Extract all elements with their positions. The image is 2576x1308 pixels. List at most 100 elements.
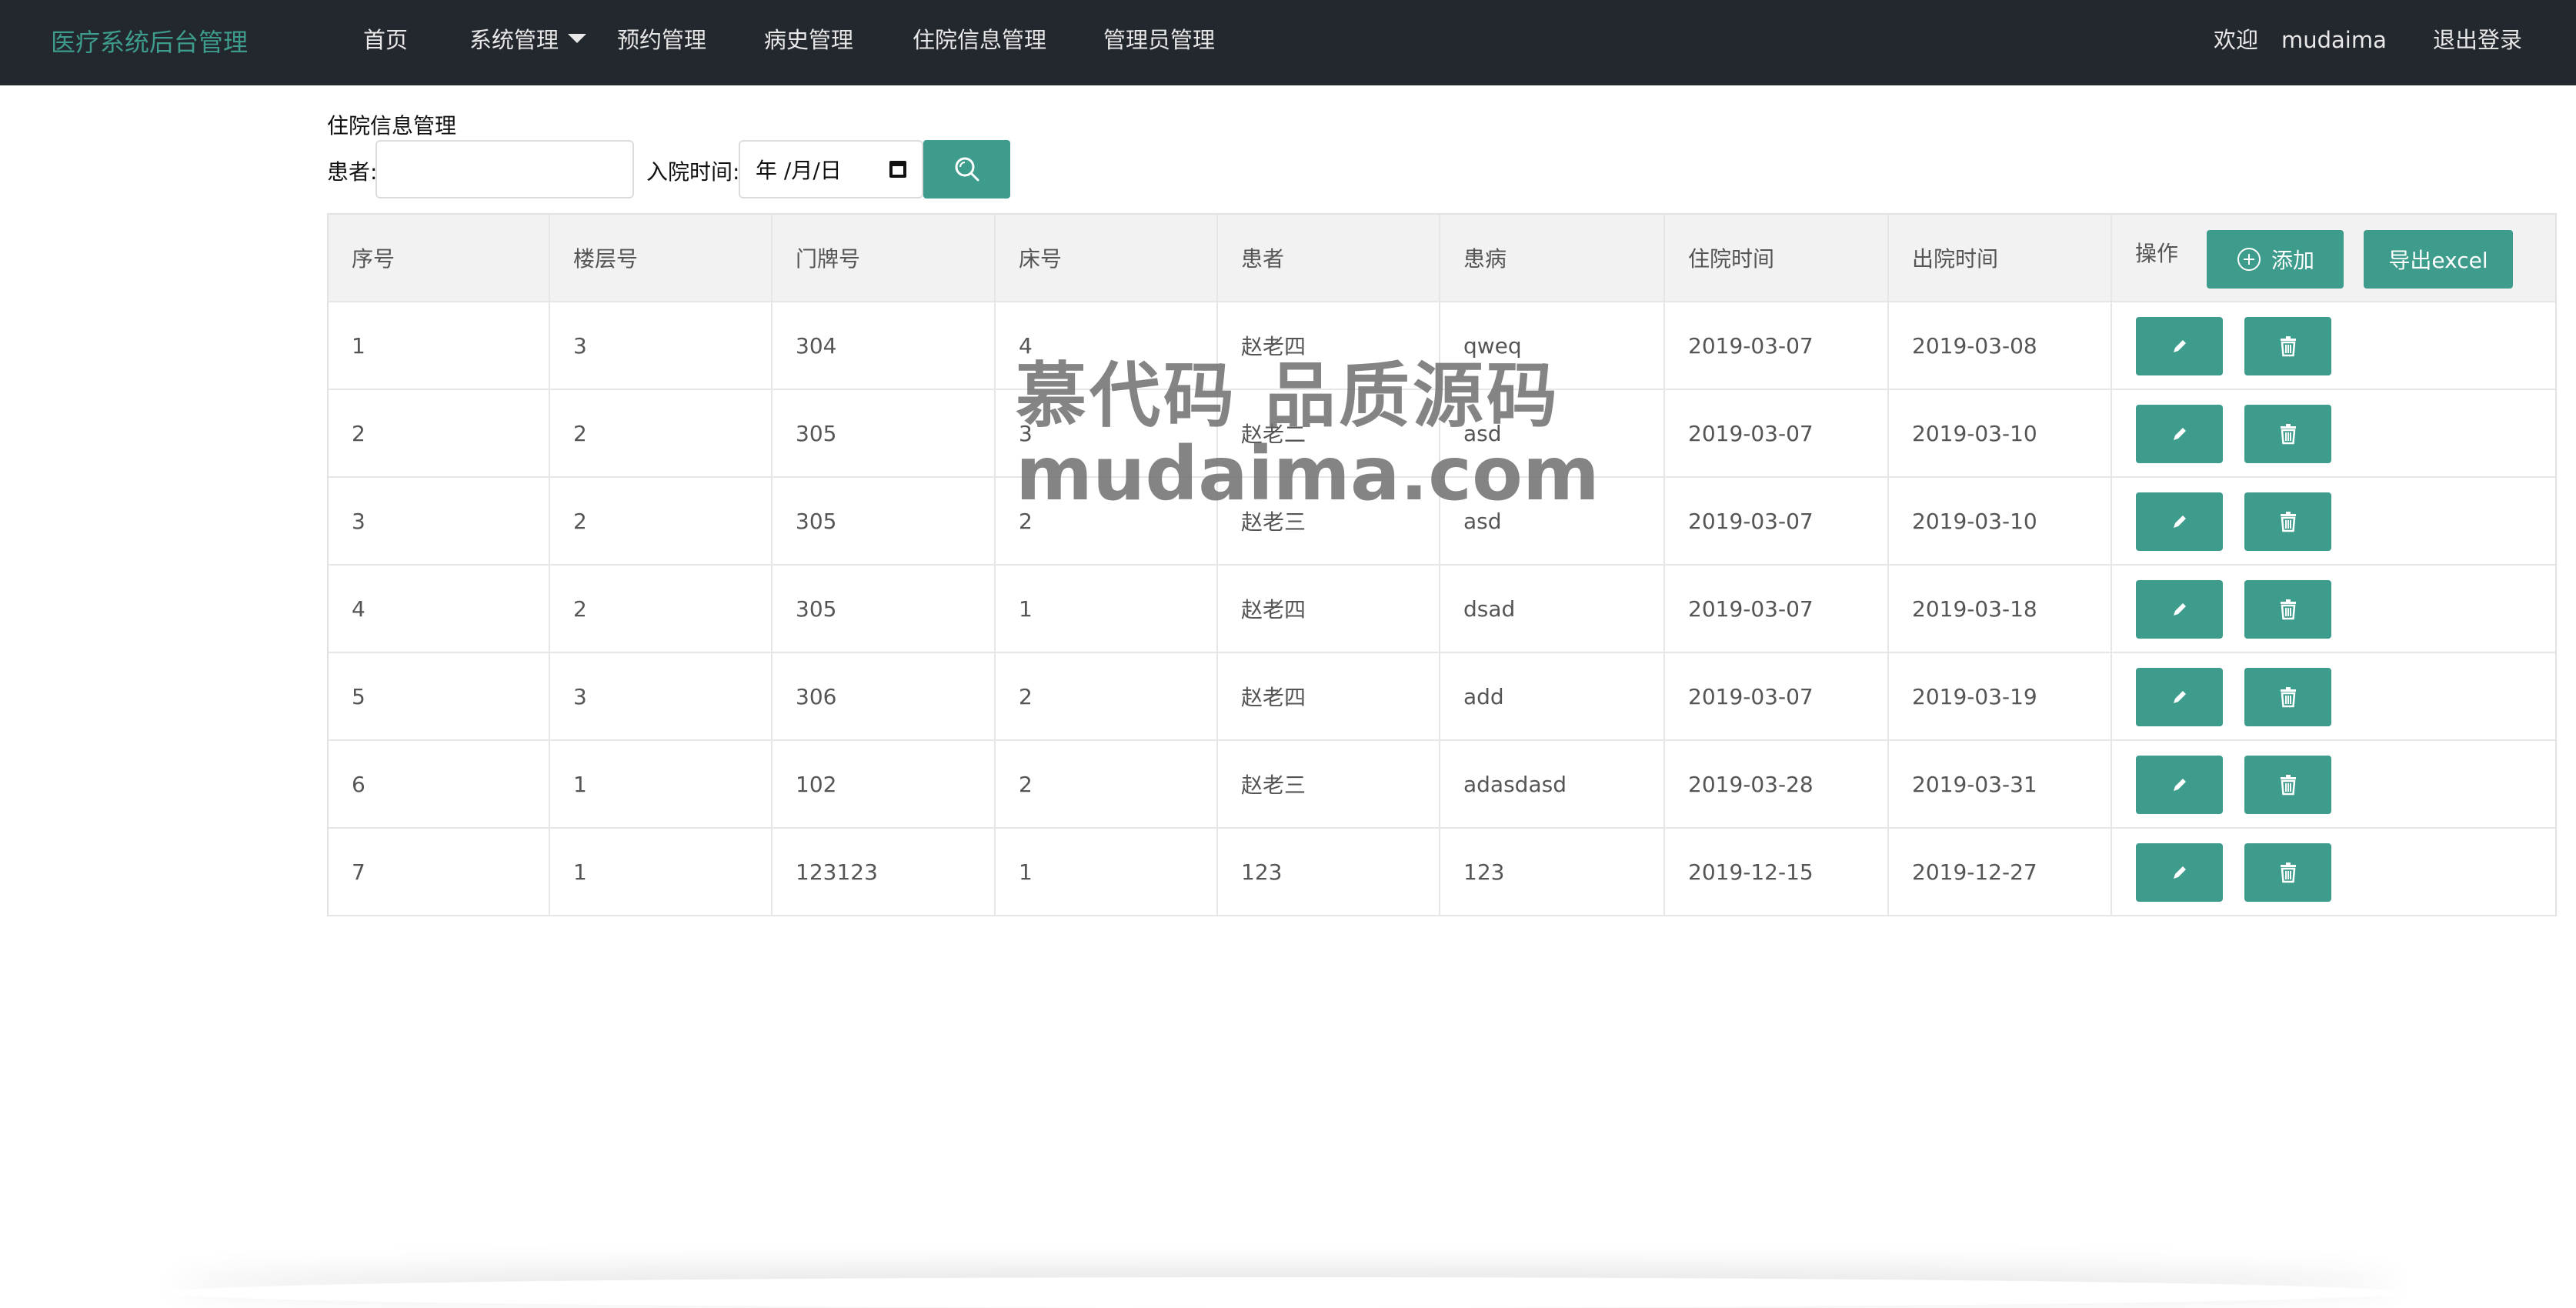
table-row: 4 2 305 1 赵老四 dsad 2019-03-07 2019-03-18 [329,566,2555,653]
caret-down-icon [568,34,587,43]
header-index: 序号 [329,215,550,301]
cell-patient: 赵老四 [1218,302,1440,389]
pencil-icon [2173,603,2186,616]
trash-icon [2280,512,2296,532]
cell-disease: adasdasd [1440,741,1665,827]
table-row: 2 2 305 3 赵老二 asd 2019-03-07 2019-03-10 [329,390,2555,478]
pencil-icon [2173,779,2186,791]
nav-item-history[interactable]: 病史管理 [764,0,853,85]
edit-button[interactable] [2136,756,2223,814]
search-icon [955,157,979,182]
cell-disease: dsad [1440,566,1665,652]
edit-button[interactable] [2136,317,2223,375]
table-header-row: 序号 楼层号 门牌号 床号 患者 患病 住院时间 出院时间 操作 添加 导出ex… [329,215,2555,302]
export-excel-button[interactable]: 导出excel [2364,230,2513,289]
delete-button[interactable] [2244,492,2331,551]
cell-floor: 3 [550,302,772,389]
edit-button[interactable] [2136,843,2223,902]
cell-bed: 2 [996,741,1218,827]
table-row: 3 2 305 2 赵老三 asd 2019-03-07 2019-03-10 [329,478,2555,566]
cell-discharge-date: 2019-12-27 [1889,829,2112,915]
header-admission-date: 住院时间 [1665,215,1889,301]
edit-button[interactable] [2136,580,2223,639]
cell-admission-date: 2019-03-07 [1665,653,1889,739]
cell-discharge-date: 2019-03-18 [1889,566,2112,652]
pencil-icon [2173,691,2186,703]
username[interactable]: mudaima [2281,0,2387,85]
cell-disease: asd [1440,478,1665,564]
cell-discharge-date: 2019-03-10 [1889,478,2112,564]
cell-bed: 2 [996,653,1218,739]
cell-index: 4 [329,566,550,652]
cell-disease: qweq [1440,302,1665,389]
nav-item-system[interactable]: 系统管理 [469,0,587,85]
cell-floor: 2 [550,478,772,564]
header-bed: 床号 [996,215,1218,301]
pencil-icon [2173,428,2186,440]
cell-admission-date: 2019-12-15 [1665,829,1889,915]
cell-index: 2 [329,390,550,476]
header-floor: 楼层号 [550,215,772,301]
brand-title[interactable]: 医疗系统后台管理 [51,0,248,85]
delete-button[interactable] [2244,843,2331,902]
plus-circle-icon [2237,248,2261,271]
calendar-icon[interactable] [889,161,906,178]
date-placeholder: 年 /月/日 [756,158,842,183]
table-row: 1 3 304 4 赵老四 qweq 2019-03-07 2019-03-08 [329,302,2555,390]
pencil-icon [2173,516,2186,528]
add-button[interactable]: 添加 [2207,230,2344,289]
admission-date-input[interactable]: 年 /月/日 [739,140,923,199]
header-disease: 患病 [1440,215,1665,301]
table-row: 6 1 102 2 赵老三 adasdasd 2019-03-28 2019-03-31 [329,741,2555,829]
pencil-icon [2173,340,2186,352]
cell-admission-date: 2019-03-07 [1665,478,1889,564]
add-button-label: 添加 [2271,248,2314,273]
delete-button[interactable] [2244,580,2331,639]
logout-link[interactable]: 退出登录 [2433,0,2522,85]
edit-button[interactable] [2136,492,2223,551]
cell-admission-date: 2019-03-07 [1665,390,1889,476]
cell-floor: 1 [550,741,772,827]
cell-patient: 123 [1218,829,1440,915]
nav-item-home[interactable]: 首页 [363,0,408,85]
cell-patient: 赵老四 [1218,653,1440,739]
cell-floor: 3 [550,653,772,739]
nav-item-inpatient[interactable]: 住院信息管理 [913,0,1046,85]
cell-index: 5 [329,653,550,739]
header-room: 门牌号 [772,215,996,301]
nav-item-appointment[interactable]: 预约管理 [617,0,706,85]
trash-icon [2280,599,2296,620]
cell-bed: 4 [996,302,1218,389]
delete-button[interactable] [2244,668,2331,726]
delete-button[interactable] [2244,317,2331,375]
search-button[interactable] [923,140,1010,199]
patient-label: 患者: [327,159,378,185]
trash-icon [2280,863,2296,883]
delete-button[interactable] [2244,756,2331,814]
cell-disease: add [1440,653,1665,739]
delete-button[interactable] [2244,405,2331,463]
cell-room: 305 [772,390,996,476]
cell-admission-date: 2019-03-07 [1665,302,1889,389]
cell-room: 123123 [772,829,996,915]
cell-patient: 赵老三 [1218,478,1440,564]
cell-patient: 赵老二 [1218,390,1440,476]
header-patient: 患者 [1218,215,1440,301]
bottom-shadow [169,1277,2401,1308]
top-navbar: 医疗系统后台管理 首页 系统管理 预约管理 病史管理 住院信息管理 管理员管理 … [0,0,2576,85]
cell-discharge-date: 2019-03-31 [1889,741,2112,827]
cell-disease: asd [1440,390,1665,476]
trash-icon [2280,775,2296,796]
cell-room: 305 [772,478,996,564]
edit-button[interactable] [2136,668,2223,726]
admission-date-label: 入院时间: [646,159,740,185]
patient-search-input[interactable] [375,140,634,199]
trash-icon [2280,424,2296,445]
nav-item-admin[interactable]: 管理员管理 [1103,0,1215,85]
edit-button[interactable] [2136,405,2223,463]
cell-index: 3 [329,478,550,564]
trash-icon [2280,687,2296,708]
cell-patient: 赵老四 [1218,566,1440,652]
cell-bed: 3 [996,390,1218,476]
pencil-icon [2173,866,2186,879]
